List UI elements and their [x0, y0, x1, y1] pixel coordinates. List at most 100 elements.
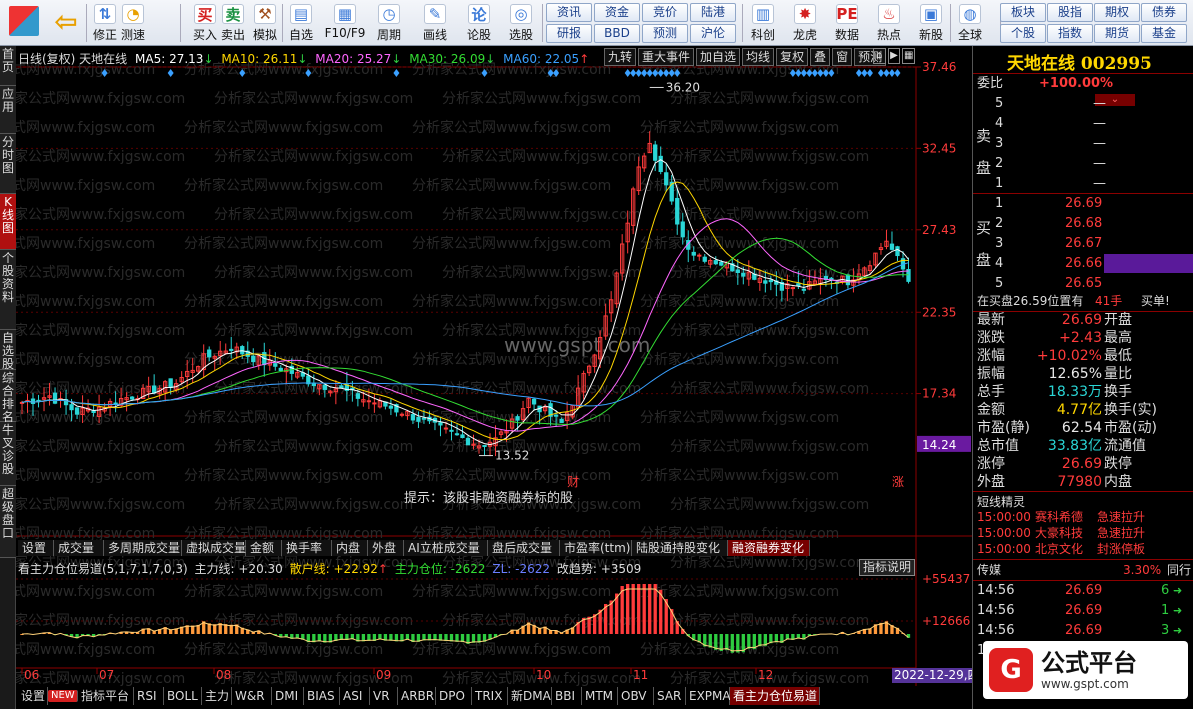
indicator-bar: [642, 584, 646, 634]
toolbar-chart-board-button[interactable]: ▥ 科创: [746, 2, 780, 44]
lock-icon[interactable]: ⌂: [873, 48, 886, 64]
bottom-tab-4[interactable]: BOLL: [164, 687, 202, 705]
bottom-tab-18[interactable]: SAR: [654, 687, 686, 705]
chart-tool-5[interactable]: 叠: [810, 48, 831, 66]
bottom-tab-15[interactable]: BBI: [552, 687, 582, 705]
indicator-tab-11[interactable]: 陆股通持股变化: [632, 540, 728, 556]
toolbar-folder-button[interactable]: ▤ 自选: [284, 2, 318, 44]
left-tab-0[interactable]: 首页: [0, 46, 16, 86]
bottom-tab-1[interactable]: NEW: [48, 690, 78, 702]
toolbar-chart-search-button[interactable]: ◎ 选股: [504, 2, 538, 44]
bottom-tab-8[interactable]: BIAS: [304, 687, 340, 705]
toolbar-data-button[interactable]: PE 数据: [830, 2, 864, 44]
left-tab-2[interactable]: 分时图: [0, 134, 16, 194]
quick-2-button[interactable]: 竞价: [642, 3, 688, 22]
home-grid-button[interactable]: [4, 2, 44, 44]
left-tab-4[interactable]: 个股资料: [0, 250, 16, 330]
bottom-tab-3[interactable]: RSI: [134, 687, 164, 705]
left-tab-5[interactable]: 自选股: [0, 330, 16, 371]
quick-0-button[interactable]: 资讯: [546, 3, 592, 22]
bottom-tab-17[interactable]: OBV: [618, 687, 654, 705]
chart-tool-4[interactable]: 复权: [776, 48, 809, 66]
bottom-tab-20[interactable]: 看主力仓位易道: [730, 687, 820, 705]
toolbar-ipo-button[interactable]: ▣ 新股: [914, 2, 948, 44]
quick-bottom-2-button[interactable]: 预测: [642, 24, 688, 43]
buy-level-row[interactable]: 1 26.69: [973, 194, 1193, 214]
bottom-tab-7[interactable]: DMI: [272, 687, 304, 705]
indicator-tab-12[interactable]: 融资融券变化: [728, 540, 810, 556]
bottom-tab-11[interactable]: ARBR: [398, 687, 436, 705]
buy-level-row[interactable]: 2 26.68: [973, 214, 1193, 234]
x-tick-label: 09: [376, 668, 391, 682]
grid-small-icon[interactable]: ▦: [902, 48, 916, 64]
toolbar-hammer-button[interactable]: ⚒ 模拟: [248, 2, 282, 44]
market-1-button[interactable]: 股指: [1047, 3, 1093, 22]
discuss-label: 论股: [466, 28, 491, 42]
sprite-row[interactable]: 15:00:00 北京文化 封涨停板: [973, 541, 1193, 557]
market-bottom-2-button[interactable]: 期货: [1094, 24, 1140, 43]
bottom-tab-14[interactable]: 新DMA: [508, 687, 552, 705]
indicator-tab-4[interactable]: 金额: [246, 540, 282, 556]
toolbar-grid-button[interactable]: ▦ F10/F9: [325, 2, 365, 44]
toolbar-discuss-button[interactable]: 论论股: [462, 2, 496, 44]
market-0-button[interactable]: 板块: [1000, 3, 1046, 22]
toolbar-speedometer-button[interactable]: ◔ 测速: [116, 2, 150, 44]
bottom-tab-9[interactable]: ASI: [340, 687, 370, 705]
chart-tool-2[interactable]: 加自选: [696, 48, 741, 66]
sector-extra[interactable]: 同行: [1167, 560, 1191, 580]
market-2-button[interactable]: 期权: [1094, 3, 1140, 22]
candle-body: [531, 398, 537, 405]
quote-label: 涨跌: [977, 330, 1005, 346]
market-bottom-1-button[interactable]: 指数: [1047, 24, 1093, 43]
back-button[interactable]: ⇦: [48, 2, 84, 44]
left-tab-3[interactable]: K线图: [0, 194, 16, 250]
indicator-tab-8[interactable]: AI立桩成交量: [404, 540, 488, 556]
bottom-tab-16[interactable]: MTM: [582, 687, 618, 705]
indicator-tab-3[interactable]: 虚拟成交量: [182, 540, 246, 556]
bottom-tab-13[interactable]: TRIX: [472, 687, 508, 705]
left-tab-1[interactable]: 应用: [0, 86, 16, 134]
toolbar-dragon-button[interactable]: ✸ 龙虎: [788, 2, 822, 44]
chart-tool-6[interactable]: 窗: [832, 48, 853, 66]
market-bottom-0-button[interactable]: 个股: [1000, 24, 1046, 43]
indicator-help-button[interactable]: 指标说明: [859, 559, 915, 576]
indicator-tab-6[interactable]: 内盘: [332, 540, 368, 556]
toolbar-fire-button[interactable]: ♨ 热点: [872, 2, 906, 44]
toolbar-sell-button[interactable]: 卖卖出: [216, 2, 250, 44]
bottom-tab-19[interactable]: EXPMA: [686, 687, 731, 705]
arrow-right-icon[interactable]: ▶: [887, 48, 901, 64]
chart-tool-1[interactable]: 重大事件: [638, 48, 695, 66]
sprite-row[interactable]: 15:00:00 赛科希德 急速拉升: [973, 509, 1193, 525]
toolbar-globe-button[interactable]: ◍ 全球: [953, 2, 987, 44]
sprite-row[interactable]: 15:00:00 大豪科技 急速拉升: [973, 525, 1193, 541]
buy-level-row[interactable]: 3 26.67: [973, 234, 1193, 254]
chart-canvas[interactable]: 分析家公式网www.fxjgsw.com 分析家公式网www.fxjgsw.com…: [16, 46, 972, 709]
toolbar-clock-button[interactable]: ◷ 周期: [372, 2, 406, 44]
bottom-tab-10[interactable]: VR: [370, 687, 398, 705]
chart-tool-0[interactable]: 九转: [604, 48, 637, 66]
indicator-tab-7[interactable]: 外盘: [368, 540, 404, 556]
quick-bottom-1-button[interactable]: BBD: [594, 24, 640, 43]
left-tab-6[interactable]: 综合排名: [0, 370, 16, 424]
indicator-tab-2[interactable]: 多周期成交量: [104, 540, 182, 556]
indicator-tab-9[interactable]: 盘后成交量: [488, 540, 560, 556]
chart-tool-3[interactable]: 均线: [742, 48, 775, 66]
market-3-button[interactable]: 债券: [1141, 3, 1187, 22]
indicator-tab-5[interactable]: 换手率: [282, 540, 332, 556]
market-bottom-3-button[interactable]: 基金: [1141, 24, 1187, 43]
bottom-tab-0[interactable]: 设置: [18, 687, 48, 705]
quick-1-button[interactable]: 资金: [594, 3, 640, 22]
bottom-tab-5[interactable]: 主力: [202, 687, 232, 705]
quick-bottom-3-button[interactable]: 沪伦: [690, 24, 736, 43]
bottom-tab-12[interactable]: DPO: [436, 687, 472, 705]
indicator-tab-1[interactable]: 成交量: [54, 540, 104, 556]
left-tab-8[interactable]: 超级盘口: [0, 486, 16, 558]
indicator-tab-10[interactable]: 市盈率(ttm): [560, 540, 632, 556]
toolbar-pencil-button[interactable]: ✎ 画线: [418, 2, 452, 44]
left-tab-7[interactable]: 牛叉诊股: [0, 422, 16, 486]
quick-bottom-0-button[interactable]: 研报: [546, 24, 592, 43]
bottom-tab-2[interactable]: 指标平台: [78, 687, 134, 705]
bottom-tab-6[interactable]: W&R: [232, 687, 272, 705]
indicator-tab-0[interactable]: 设置: [18, 540, 54, 556]
quick-3-button[interactable]: 陆港: [690, 3, 736, 22]
